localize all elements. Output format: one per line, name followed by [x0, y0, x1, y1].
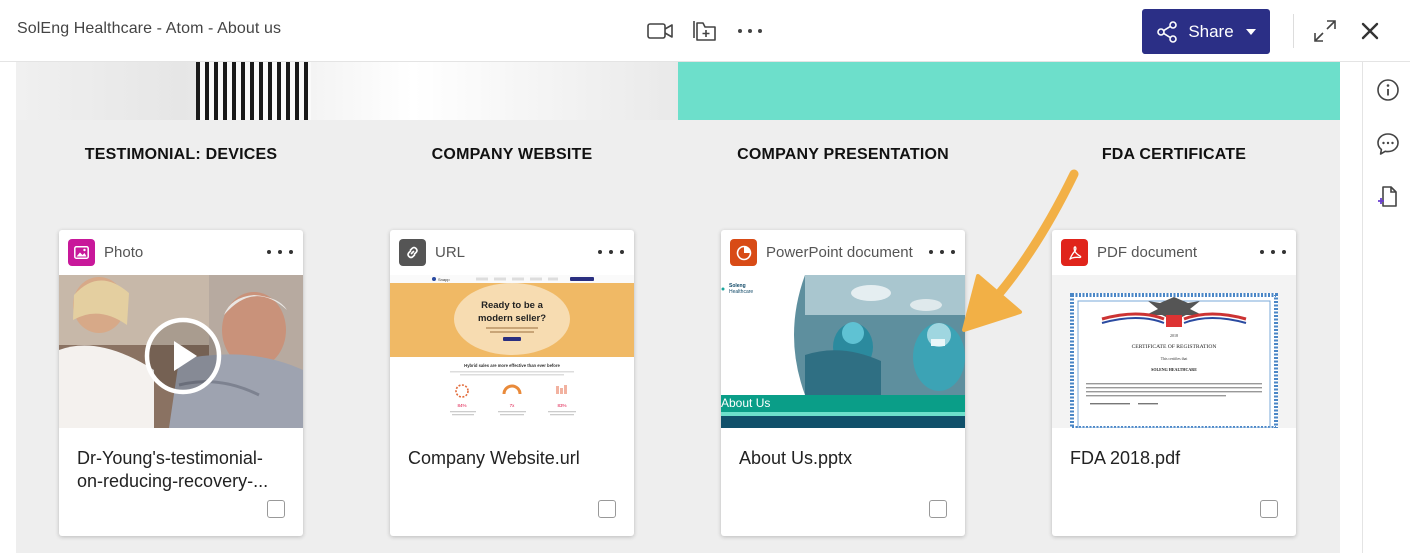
powerpoint-icon	[730, 239, 757, 266]
comment-icon[interactable]	[1375, 131, 1401, 157]
svg-text:Ready to be a: Ready to be a	[481, 300, 543, 311]
card-select-checkbox[interactable]	[267, 500, 285, 518]
close-icon[interactable]	[1356, 17, 1384, 45]
card-more-icon[interactable]	[1260, 242, 1286, 262]
card-select-checkbox[interactable]	[1260, 500, 1278, 518]
share-label: Share	[1188, 21, 1234, 41]
share-button[interactable]: Share	[1142, 9, 1270, 54]
svg-text:Healthcare: Healthcare	[729, 289, 753, 295]
hero-striped-shirt	[196, 62, 311, 120]
card-company-website[interactable]: URL Snapp Ready to be a modern seller? H…	[390, 230, 634, 536]
photo-icon	[68, 239, 95, 266]
certificate-title: CERTIFICATE OF REGISTRATION	[1132, 344, 1217, 350]
card-header: Photo	[59, 230, 303, 274]
card-type-label: Photo	[104, 244, 144, 261]
website-section-title: Hybrid sales are more effective than eve…	[464, 363, 560, 368]
content-area: TESTIMONIAL: DEVICES COMPANY WEBSITE COM…	[16, 62, 1340, 553]
card-type-label: URL	[435, 244, 466, 261]
chevron-down-icon	[1245, 28, 1256, 35]
divider	[1293, 14, 1294, 48]
website-stat-3: 83%	[557, 403, 566, 408]
website-logo-text: Snapp	[438, 277, 450, 282]
add-document-icon[interactable]	[1375, 184, 1401, 210]
info-icon[interactable]	[1375, 77, 1401, 103]
more-horizontal-icon[interactable]	[736, 17, 764, 45]
certificate-company: SOLENG HEALTHCARE	[1151, 367, 1197, 372]
page-title: SolEng Healthcare - Atom - About us	[17, 20, 282, 37]
certificate-line: This certifies that	[1161, 357, 1189, 361]
add-to-folder-icon[interactable]	[691, 17, 719, 45]
website-stat-1: 84%	[457, 403, 466, 408]
expand-icon[interactable]	[1311, 17, 1339, 45]
certificate-year: 2018	[1170, 333, 1178, 338]
hero-teal-banner	[678, 62, 1340, 120]
column-heading-website: COMPANY WEBSITE	[431, 146, 593, 163]
card-file-name: FDA 2018.pdf	[1070, 448, 1181, 468]
top-bar: SolEng Healthcare - Atom - About us Shar…	[0, 0, 1410, 62]
card-header: URL	[390, 230, 634, 274]
card-select-checkbox[interactable]	[929, 500, 947, 518]
share-icon	[1157, 20, 1178, 43]
card-type-label: PowerPoint document	[766, 244, 913, 261]
annotation-arrow-icon	[962, 169, 1079, 332]
card-more-icon[interactable]	[267, 242, 293, 262]
website-thumbnail: Snapp Ready to be a modern seller? Hybri…	[390, 275, 634, 428]
card-select-checkbox[interactable]	[598, 500, 616, 518]
card-file-name: Dr-Young's-testimonial-on-reducing-recov…	[77, 448, 269, 491]
card-type-label: PDF document	[1097, 244, 1198, 261]
column-heading-testimonial: TESTIMONIAL: DEVICES	[84, 146, 278, 163]
presentation-banner-text: About Us	[721, 396, 770, 410]
video-thumbnail[interactable]	[59, 275, 303, 428]
link-icon	[399, 239, 426, 266]
hero-photo	[16, 62, 678, 120]
svg-text:modern seller?: modern seller?	[478, 313, 546, 324]
card-testimonial[interactable]: Photo Dr-Young's-testimonial-on-reducing…	[59, 230, 303, 536]
card-file-name: About Us.pptx	[739, 448, 853, 468]
card-more-icon[interactable]	[598, 242, 624, 262]
right-rail	[1362, 62, 1410, 553]
video-icon[interactable]	[646, 17, 674, 45]
card-file-name: Company Website.url	[408, 448, 580, 468]
website-stat-2: 7x	[510, 403, 516, 408]
